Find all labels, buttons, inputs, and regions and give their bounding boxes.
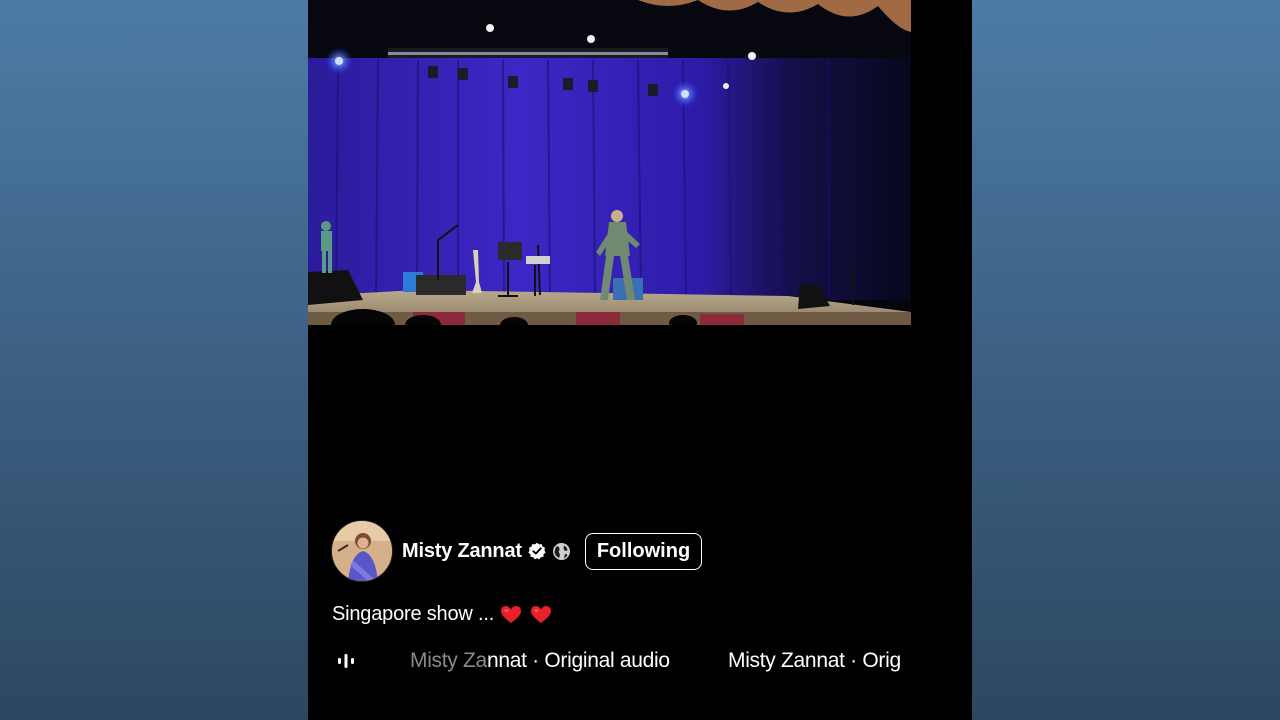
author-name[interactable]: Misty Zannat [402, 540, 522, 563]
audio-label-faded: Misty Za [410, 649, 487, 672]
post-caption: Singapore show ... [332, 603, 552, 626]
audio-row[interactable]: Misty Zannat · Original audio Misty Zann… [336, 646, 902, 676]
author-row: Misty Zannat Following [331, 520, 703, 582]
following-button[interactable]: Following [584, 532, 703, 570]
avatar-image [332, 521, 392, 581]
globe-icon [552, 542, 571, 561]
stage-video-frame [308, 0, 911, 325]
audio-bars-icon [337, 653, 355, 669]
audio-label-repeat: Misty Zannat · Orig [728, 649, 901, 672]
audio-ticker: Misty Zannat · Original audio Misty Zann… [410, 646, 902, 676]
heart-emoji-icon [530, 605, 552, 624]
verified-check-icon [528, 542, 546, 560]
reel-frame: Misty Zannat Following Singapore show ..… [308, 0, 972, 720]
audio-label: Misty Zannat · Original audio [410, 649, 670, 673]
avatar[interactable] [331, 520, 393, 582]
caption-text: Singapore show ... [332, 603, 495, 625]
video-player[interactable] [308, 0, 911, 325]
audio-label-rest: nnat · Original audio [486, 649, 670, 672]
heart-emoji-icon [500, 605, 522, 624]
